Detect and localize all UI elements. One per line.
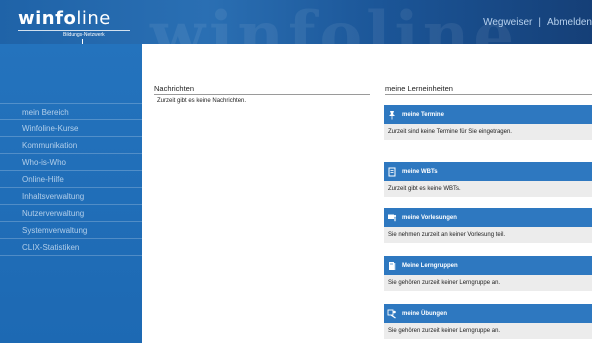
logo-wordmark: winfoline: [18, 8, 111, 29]
sidebar-item-winfoline-kurse[interactable]: Winfoline-Kurse: [0, 120, 142, 137]
document-icon: [388, 167, 396, 176]
learning-units-divider: [385, 94, 592, 95]
winfoline-logo[interactable]: winfoline Bildungs-Netzwerk: [18, 8, 138, 44]
section-termine-label: meine Termine: [402, 111, 444, 118]
header-banner: winfoline winfoline Bildungs-Netzwerk We…: [0, 0, 592, 44]
section-vorlesungen-text: Sie nehmen zurzeit an keiner Vorlesung t…: [384, 227, 592, 243]
sidebar-item-kommunikation[interactable]: Kommunikation: [0, 137, 142, 154]
section-uebungen-label: meine Übungen: [402, 310, 448, 317]
section-vorlesungen-label: meine Vorlesungen: [402, 214, 457, 221]
sidebar-item-systemverwaltung[interactable]: Systemverwaltung: [0, 222, 142, 239]
book-icon: [389, 261, 396, 270]
sidebar-item-online-hilfe[interactable]: Online-Hilfe: [0, 171, 142, 188]
section-lerngruppen-text: Sie gehören zurzeit keiner Lerngruppe an…: [384, 275, 592, 291]
section-vorlesungen: meine Vorlesungen Sie nehmen zurzeit an …: [384, 208, 592, 243]
sidebar-item-who-is-who[interactable]: Who-is-Who: [0, 154, 142, 171]
section-lerngruppen-header[interactable]: Meine Lerngruppen: [384, 256, 592, 275]
section-vorlesungen-header[interactable]: meine Vorlesungen: [384, 208, 592, 227]
section-wbts-text: Zurzeit gibt es keine WBTs.: [384, 181, 592, 197]
section-lerngruppen-label: Meine Lerngruppen: [402, 262, 458, 269]
section-wbts-header[interactable]: meine WBTs: [384, 162, 592, 181]
header-link-separator: |: [538, 17, 541, 28]
section-lerngruppen: Meine Lerngruppen Sie gehören zurzeit ke…: [384, 256, 592, 291]
presentation-icon: [388, 214, 397, 221]
sidebar-nav: mein Bereich Winfoline-Kurse Kommunikati…: [0, 103, 142, 256]
section-wbts: meine WBTs Zurzeit gibt es keine WBTs.: [384, 162, 592, 197]
exercise-icon: [387, 309, 396, 318]
logo-tagline: Bildungs-Netzwerk: [63, 32, 105, 38]
sidebar-item-nutzerverwaltung[interactable]: Nutzerverwaltung: [0, 205, 142, 222]
sidebar-item-clix-statistiken[interactable]: CLIX-Statistiken: [0, 239, 142, 256]
header-links: Wegweiser | Abmelden: [483, 17, 592, 28]
sidebar-item-mein-bereich[interactable]: mein Bereich: [0, 103, 142, 120]
section-uebungen-header[interactable]: meine Übungen: [384, 304, 592, 323]
learning-units-title: meine Lerneinheiten: [385, 84, 453, 93]
section-uebungen: meine Übungen Sie gehören zurzeit keiner…: [384, 304, 592, 339]
section-termine: meine Termine Zurzeit sind keine Termine…: [384, 105, 592, 140]
abmelden-link[interactable]: Abmelden: [547, 17, 592, 28]
wegweiser-link[interactable]: Wegweiser: [483, 17, 532, 28]
section-wbts-label: meine WBTs: [402, 168, 438, 175]
news-title: Nachrichten: [154, 84, 195, 93]
section-termine-text: Zurzeit sind keine Termine für Sie einge…: [384, 124, 592, 140]
logo-rule: [18, 30, 130, 31]
section-uebungen-text: Sie gehören zurzeit keiner Lerngruppe an…: [384, 323, 592, 339]
sidebar-item-inhaltsverwaltung[interactable]: Inhaltsverwaltung: [0, 188, 142, 205]
news-message: Zurzeit gibt es keine Nachrichten.: [157, 98, 247, 104]
news-divider: [154, 94, 370, 95]
pin-icon: [389, 110, 395, 119]
section-termine-header[interactable]: meine Termine: [384, 105, 592, 124]
